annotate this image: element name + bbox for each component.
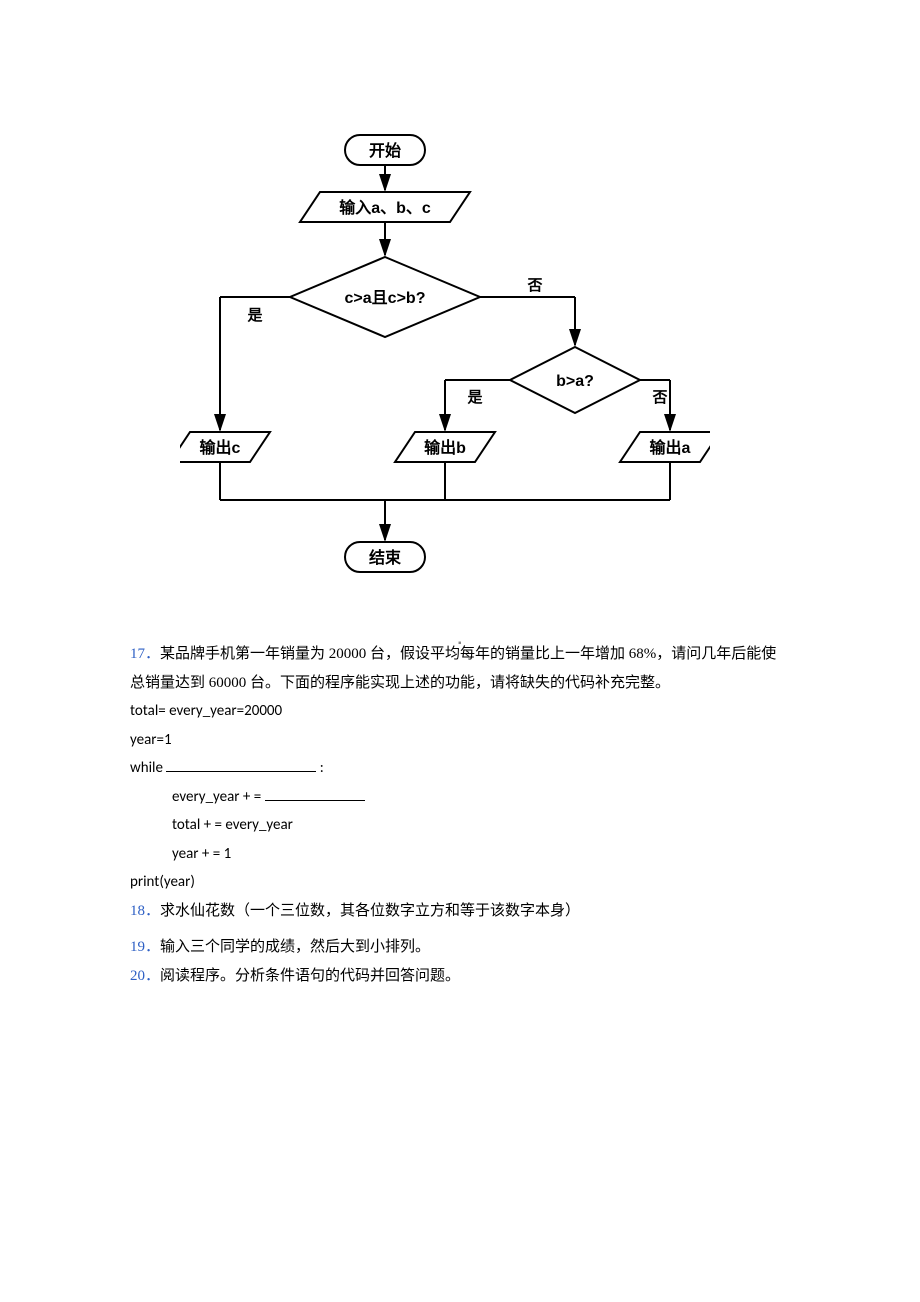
q17-code7: print(year) xyxy=(130,868,790,897)
q17-code1: total= every_year=20000 xyxy=(130,697,790,726)
blank-while xyxy=(166,758,316,773)
flow-out-a: 输出a xyxy=(650,438,691,457)
flow-d1-no: 否 xyxy=(526,277,542,294)
center-dot: ▪ xyxy=(458,634,462,653)
blank-everyyear xyxy=(265,786,365,801)
flow-d1-yes: 是 xyxy=(246,307,263,324)
q19-para: 19．输入三个同学的成绩，然后大到小排列。 xyxy=(130,933,790,962)
flow-out-b: 输出b xyxy=(424,438,466,457)
q17-code5: total + = every_year xyxy=(130,811,790,840)
q17-number: 17． xyxy=(130,646,160,662)
q17-code3a: while xyxy=(130,759,166,777)
flowchart-diagram: 开始 输入a、b、c c>a且c>b? 是 否 b>a? 是 否 输出c xyxy=(180,130,710,610)
q19-number: 19． xyxy=(130,939,160,955)
q17-code6: year + = 1 xyxy=(130,840,790,869)
flow-d2-yes: 是 xyxy=(466,389,483,406)
flow-end-label: 结束 xyxy=(368,548,402,567)
q20-para: 20．阅读程序。分析条件语句的代码并回答问题。 xyxy=(130,962,790,991)
q18-text: 求水仙花数（一个三位数，其各位数字立方和等于该数字本身） xyxy=(160,903,580,919)
q17-text: 某品牌手机第一年销量为 20000 台，假设平均每年的销量比上一年增加 68%，… xyxy=(130,646,776,691)
q18-number: 18． xyxy=(130,903,160,919)
q17-code3b: : xyxy=(316,759,323,777)
q20-text: 阅读程序。分析条件语句的代码并回答问题。 xyxy=(160,968,460,984)
flow-d2-no: 否 xyxy=(651,389,667,406)
flow-out-c: 输出c xyxy=(200,438,241,457)
q17-code4: every_year + = xyxy=(130,783,790,812)
q18-para: 18．求水仙花数（一个三位数，其各位数字立方和等于该数字本身） xyxy=(130,897,790,926)
flow-decision1-label: c>a且c>b? xyxy=(345,289,426,307)
q17-code4a: every_year + = xyxy=(172,788,265,806)
flow-decision2-label: b>a? xyxy=(556,373,594,390)
question-content: 17．某品牌手机第一年销量为 20000 台，假设平均每年的销量比上一年增加 6… xyxy=(130,640,790,990)
flow-input-label: 输入a、b、c xyxy=(339,198,431,217)
q20-number: 20． xyxy=(130,968,160,984)
q19-text: 输入三个同学的成绩，然后大到小排列。 xyxy=(160,939,430,955)
q17-code3: while : xyxy=(130,754,790,783)
q17-code2: year=1 xyxy=(130,726,790,755)
flow-start-label: 开始 xyxy=(369,141,401,160)
